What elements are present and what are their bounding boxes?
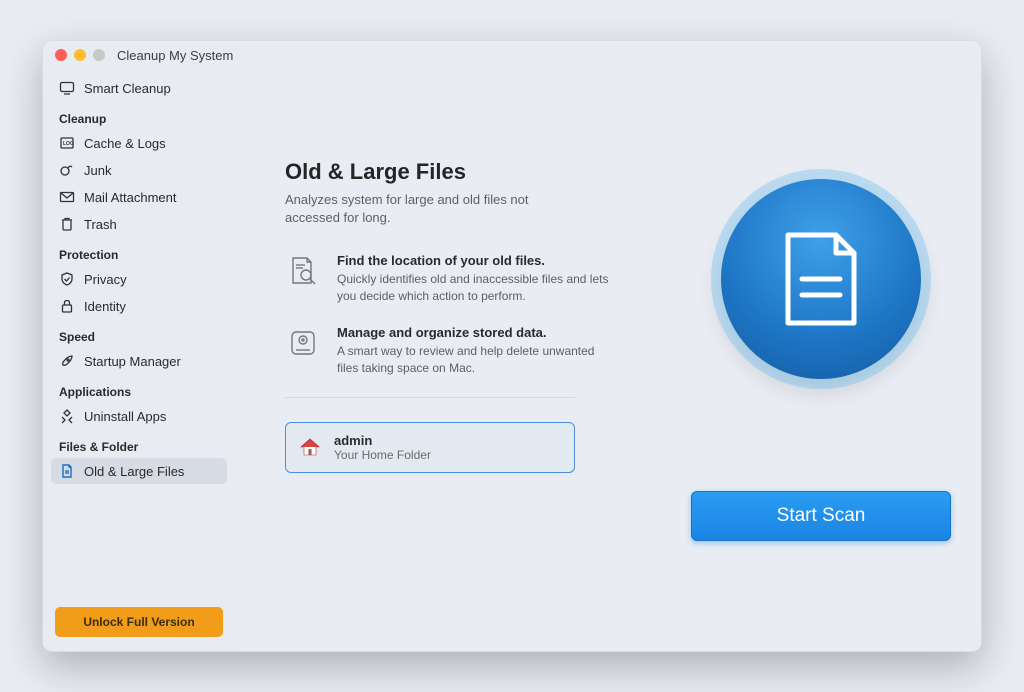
sidebar-section-protection: Protection bbox=[51, 238, 227, 266]
sidebar-item-label: Mail Attachment bbox=[84, 190, 177, 205]
sidebar-item-old-large-files[interactable]: Old & Large Files bbox=[51, 458, 227, 484]
main-content: Old & Large Files Analyzes system for la… bbox=[235, 69, 981, 651]
sidebar-section-speed: Speed bbox=[51, 320, 227, 348]
sidebar-item-label: Startup Manager bbox=[84, 354, 181, 369]
close-icon[interactable] bbox=[55, 49, 67, 61]
sidebar-item-label: Smart Cleanup bbox=[84, 81, 171, 96]
hero-illustration bbox=[721, 179, 921, 379]
lock-icon bbox=[59, 298, 75, 314]
sidebar-item-mail-attachment[interactable]: Mail Attachment bbox=[51, 184, 227, 210]
shield-icon bbox=[59, 271, 75, 287]
sidebar-item-privacy[interactable]: Privacy bbox=[51, 266, 227, 292]
sidebar-item-identity[interactable]: Identity bbox=[51, 293, 227, 319]
minimize-icon[interactable] bbox=[74, 49, 86, 61]
start-scan-button[interactable]: Start Scan bbox=[691, 491, 951, 541]
feature-manage-data: Manage and organize stored data. A smart… bbox=[285, 325, 615, 377]
feature-title: Manage and organize stored data. bbox=[337, 325, 615, 340]
trash-icon bbox=[59, 216, 75, 232]
page-subtitle: Analyzes system for large and old files … bbox=[285, 191, 565, 227]
zoom-icon[interactable] bbox=[93, 49, 105, 61]
feature-desc: A smart way to review and help delete un… bbox=[337, 343, 615, 377]
sidebar-item-cache-logs[interactable]: LOG Cache & Logs bbox=[51, 130, 227, 156]
sidebar-item-startup-manager[interactable]: Startup Manager bbox=[51, 348, 227, 374]
sidebar-item-label: Cache & Logs bbox=[84, 136, 166, 151]
home-icon bbox=[298, 435, 322, 459]
sidebar-section-applications: Applications bbox=[51, 375, 227, 403]
feature-title: Find the location of your old files. bbox=[337, 253, 615, 268]
sidebar-item-label: Trash bbox=[84, 217, 117, 232]
feature-find-location: Find the location of your old files. Qui… bbox=[285, 253, 615, 305]
home-folder-selector[interactable]: admin Your Home Folder bbox=[285, 422, 575, 473]
divider bbox=[285, 397, 575, 398]
traffic-lights bbox=[55, 49, 105, 61]
drive-icon bbox=[285, 325, 321, 361]
window-title: Cleanup My System bbox=[117, 48, 233, 63]
log-icon: LOG bbox=[59, 135, 75, 151]
sidebar-item-label: Junk bbox=[84, 163, 111, 178]
unlock-full-version-button[interactable]: Unlock Full Version bbox=[55, 607, 223, 637]
svg-text:LOG: LOG bbox=[63, 141, 74, 147]
sidebar-item-uninstall-apps[interactable]: Uninstall Apps bbox=[51, 403, 227, 429]
mail-icon bbox=[59, 189, 75, 205]
feature-desc: Quickly identifies old and inaccessible … bbox=[337, 271, 615, 305]
sidebar-item-trash[interactable]: Trash bbox=[51, 211, 227, 237]
sidebar-item-label: Uninstall Apps bbox=[84, 409, 166, 424]
window-body: Smart Cleanup Cleanup LOG Cache & Logs J… bbox=[43, 69, 981, 651]
titlebar: Cleanup My System bbox=[43, 41, 981, 69]
folder-name: admin bbox=[334, 433, 431, 448]
apps-icon bbox=[59, 408, 75, 424]
sidebar: Smart Cleanup Cleanup LOG Cache & Logs J… bbox=[43, 69, 235, 651]
monitor-icon bbox=[59, 80, 75, 96]
sidebar-item-label: Privacy bbox=[84, 272, 127, 287]
sidebar-item-junk[interactable]: Junk bbox=[51, 157, 227, 183]
sidebar-item-label: Identity bbox=[84, 299, 126, 314]
sidebar-item-smart-cleanup[interactable]: Smart Cleanup bbox=[51, 75, 227, 101]
sidebar-section-cleanup: Cleanup bbox=[51, 102, 227, 130]
search-file-icon bbox=[285, 253, 321, 289]
rocket-icon bbox=[59, 353, 75, 369]
app-window: Cleanup My System Smart Cleanup Cleanup … bbox=[42, 40, 982, 652]
sidebar-section-files-folder: Files & Folder bbox=[51, 430, 227, 458]
folder-sub: Your Home Folder bbox=[334, 448, 431, 462]
sidebar-item-label: Old & Large Files bbox=[84, 464, 184, 479]
junk-icon bbox=[59, 162, 75, 178]
file-icon bbox=[59, 463, 75, 479]
